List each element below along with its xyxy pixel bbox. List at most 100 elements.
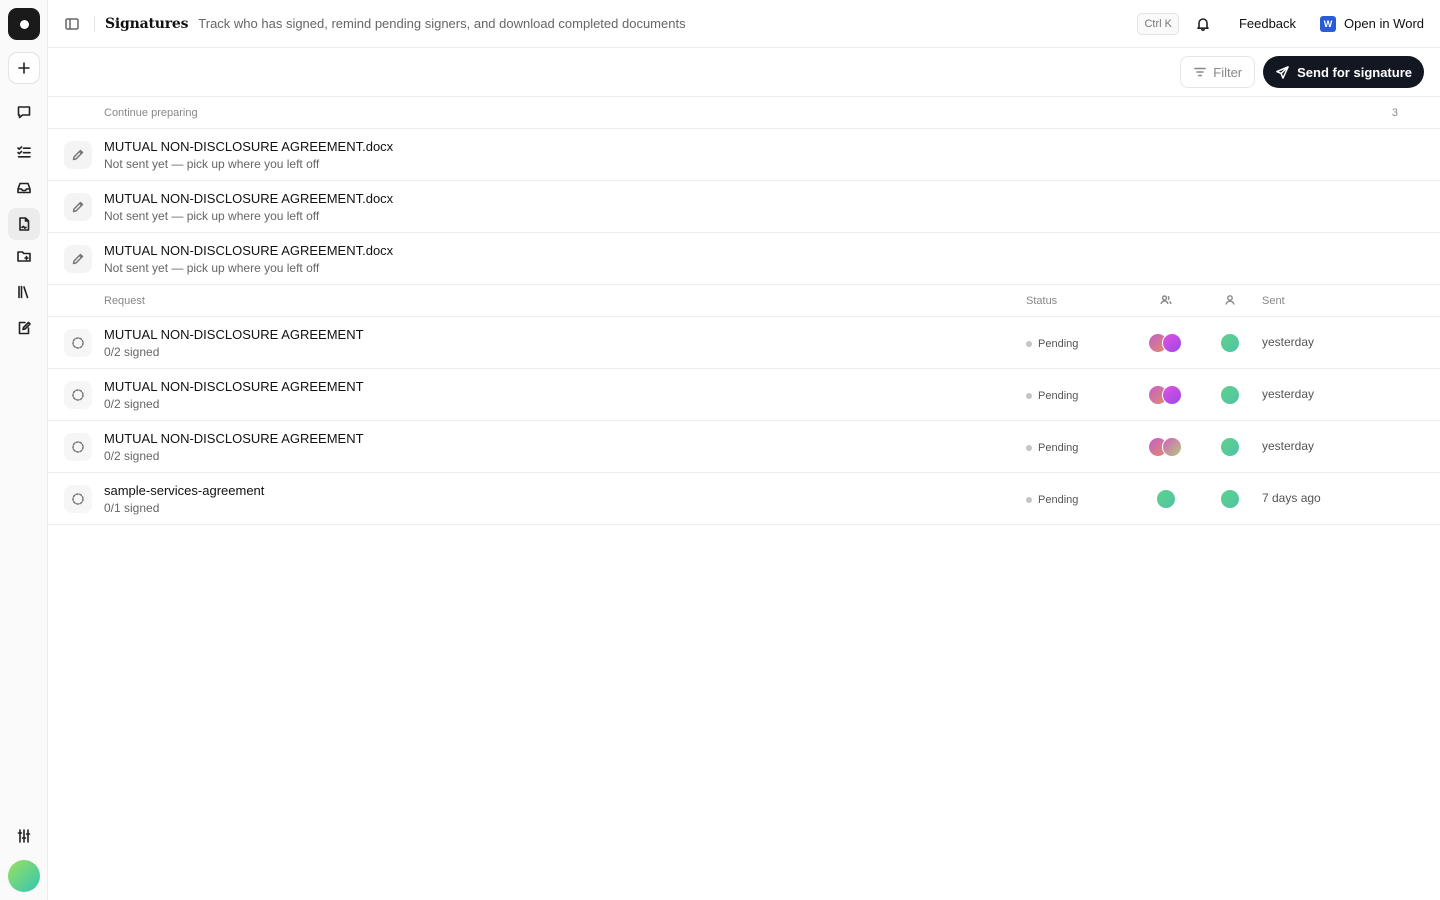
feedback-button[interactable]: Feedback	[1239, 16, 1296, 31]
table-row[interactable]: MUTUAL NON-DISCLOSURE AGREEMENT 0/2 sign…	[48, 369, 1440, 421]
column-header-sent[interactable]: Sent	[1262, 295, 1285, 307]
plus-icon	[18, 62, 30, 74]
library-icon	[18, 285, 29, 299]
bell-icon	[1197, 17, 1209, 31]
signer-avatar[interactable]	[1162, 333, 1182, 353]
status-label: Pending	[1038, 390, 1079, 402]
column-header-status[interactable]: Status	[1026, 295, 1057, 307]
drafts-heading: Continue preparing	[104, 107, 198, 119]
send-for-signature-button[interactable]: Send for signature	[1263, 56, 1424, 88]
top-bar: Signatures Track who has signed, remind …	[48, 0, 1440, 48]
new-button[interactable]	[8, 52, 40, 84]
dashed-circle-icon	[72, 441, 84, 453]
pending-icon-box	[64, 381, 92, 409]
inbox-icon	[17, 182, 31, 194]
sidebar-item-library[interactable]	[8, 276, 40, 308]
sidebar-toggle-button[interactable]	[60, 12, 84, 36]
draft-subtitle: Not sent yet — pick up where you left of…	[104, 157, 320, 171]
pending-icon-box	[64, 329, 92, 357]
column-header-signers[interactable]	[1160, 294, 1172, 309]
signer-avatar[interactable]	[1162, 437, 1182, 457]
draft-subtitle: Not sent yet — pick up where you left of…	[104, 209, 320, 223]
sidebar-item-signatures[interactable]	[8, 208, 40, 240]
pencil-icon	[72, 201, 84, 213]
send-icon	[1276, 65, 1290, 79]
status-dot	[1026, 497, 1032, 503]
edit-document-icon	[18, 321, 31, 335]
draft-row[interactable]: MUTUAL NON-DISCLOSURE AGREEMENT.docx Not…	[48, 181, 1440, 233]
request-title: MUTUAL NON-DISCLOSURE AGREEMENT	[104, 431, 364, 446]
status-label: Pending	[1038, 442, 1079, 454]
sender-avatar[interactable]	[1220, 489, 1240, 509]
sent-time: 7 days ago	[1262, 491, 1321, 505]
pending-icon-box	[64, 433, 92, 461]
word-icon: W	[1320, 15, 1337, 32]
sliders-icon	[17, 829, 31, 843]
sidebar-item-chat[interactable]	[8, 96, 40, 128]
sender-avatar[interactable]	[1220, 437, 1240, 457]
draft-title: MUTUAL NON-DISCLOSURE AGREEMENT.docx	[104, 139, 394, 154]
table-row[interactable]: sample-services-agreement 0/1 signed Pen…	[48, 473, 1440, 525]
request-progress: 0/2 signed	[104, 449, 160, 463]
signer-avatar[interactable]	[1156, 489, 1176, 509]
request-title: MUTUAL NON-DISCLOSURE AGREEMENT	[104, 327, 364, 342]
draft-row[interactable]: MUTUAL NON-DISCLOSURE AGREEMENT.docx Not…	[48, 233, 1440, 285]
pencil-icon	[72, 253, 84, 265]
status-dot	[1026, 393, 1032, 399]
table-row[interactable]: MUTUAL NON-DISCLOSURE AGREEMENT 0/2 sign…	[48, 421, 1440, 473]
status-label: Pending	[1038, 494, 1079, 506]
drafts-section-header: Continue preparing 3	[48, 97, 1440, 129]
sidebar-item-tasks[interactable]	[8, 136, 40, 168]
list-toolbar: Filter Send for signature	[48, 48, 1440, 97]
folder-icon	[17, 251, 31, 262]
sidebar-settings[interactable]	[8, 820, 40, 852]
status-badge: Pending	[1026, 390, 1078, 402]
sent-time: yesterday	[1262, 439, 1315, 453]
dashed-circle-icon	[72, 337, 84, 349]
open-in-word-label: Open in Word	[1344, 16, 1424, 31]
request-title: sample-services-agreement	[104, 483, 265, 498]
sent-time: yesterday	[1262, 387, 1315, 401]
table-row[interactable]: MUTUAL NON-DISCLOSURE AGREEMENT 0/2 sign…	[48, 317, 1440, 369]
status-label: Pending	[1038, 338, 1079, 350]
status-dot	[1026, 445, 1032, 451]
signature-document-icon	[19, 217, 30, 231]
status-badge: Pending	[1026, 442, 1078, 454]
sidebar-item-edit[interactable]	[8, 312, 40, 344]
draft-icon-box	[64, 193, 92, 221]
draft-row[interactable]: MUTUAL NON-DISCLOSURE AGREEMENT.docx Not…	[48, 129, 1440, 181]
status-badge: Pending	[1026, 338, 1078, 350]
divider	[94, 15, 95, 32]
status-dot	[1026, 341, 1032, 347]
checklist-icon	[17, 146, 31, 158]
draft-icon-box	[64, 245, 92, 273]
sender-avatar[interactable]	[1220, 333, 1240, 353]
dashed-circle-icon	[72, 493, 84, 505]
request-progress: 0/2 signed	[104, 345, 160, 359]
column-header-sender[interactable]	[1224, 294, 1236, 309]
user-avatar[interactable]	[8, 860, 40, 892]
sidebar-item-inbox[interactable]	[8, 172, 40, 204]
user-icon	[1225, 295, 1235, 305]
draft-icon-box	[64, 141, 92, 169]
sidebar-toggle-icon	[65, 17, 79, 30]
status-badge: Pending	[1026, 494, 1078, 506]
request-progress: 0/1 signed	[104, 501, 160, 515]
sender-avatar[interactable]	[1220, 385, 1240, 405]
pencil-icon	[72, 149, 84, 161]
filter-button[interactable]: Filter	[1180, 56, 1256, 88]
users-icon	[1160, 295, 1172, 305]
command-shortcut-badge[interactable]: Ctrl K	[1137, 12, 1179, 35]
filter-label: Filter	[1213, 64, 1243, 80]
draft-title: MUTUAL NON-DISCLOSURE AGREEMENT.docx	[104, 243, 394, 258]
notifications-button[interactable]	[1191, 12, 1215, 36]
sidebar-item-folders[interactable]	[8, 240, 40, 272]
pending-icon-box	[64, 485, 92, 513]
column-header-request[interactable]: Request	[104, 295, 145, 307]
open-in-word-button[interactable]: W Open in Word	[1320, 15, 1424, 32]
signer-avatar[interactable]	[1162, 385, 1182, 405]
requests-table-header: Request Status Sent	[48, 285, 1440, 317]
chat-icon	[17, 106, 31, 119]
filter-icon	[1194, 67, 1207, 77]
app-logo[interactable]	[8, 8, 40, 40]
